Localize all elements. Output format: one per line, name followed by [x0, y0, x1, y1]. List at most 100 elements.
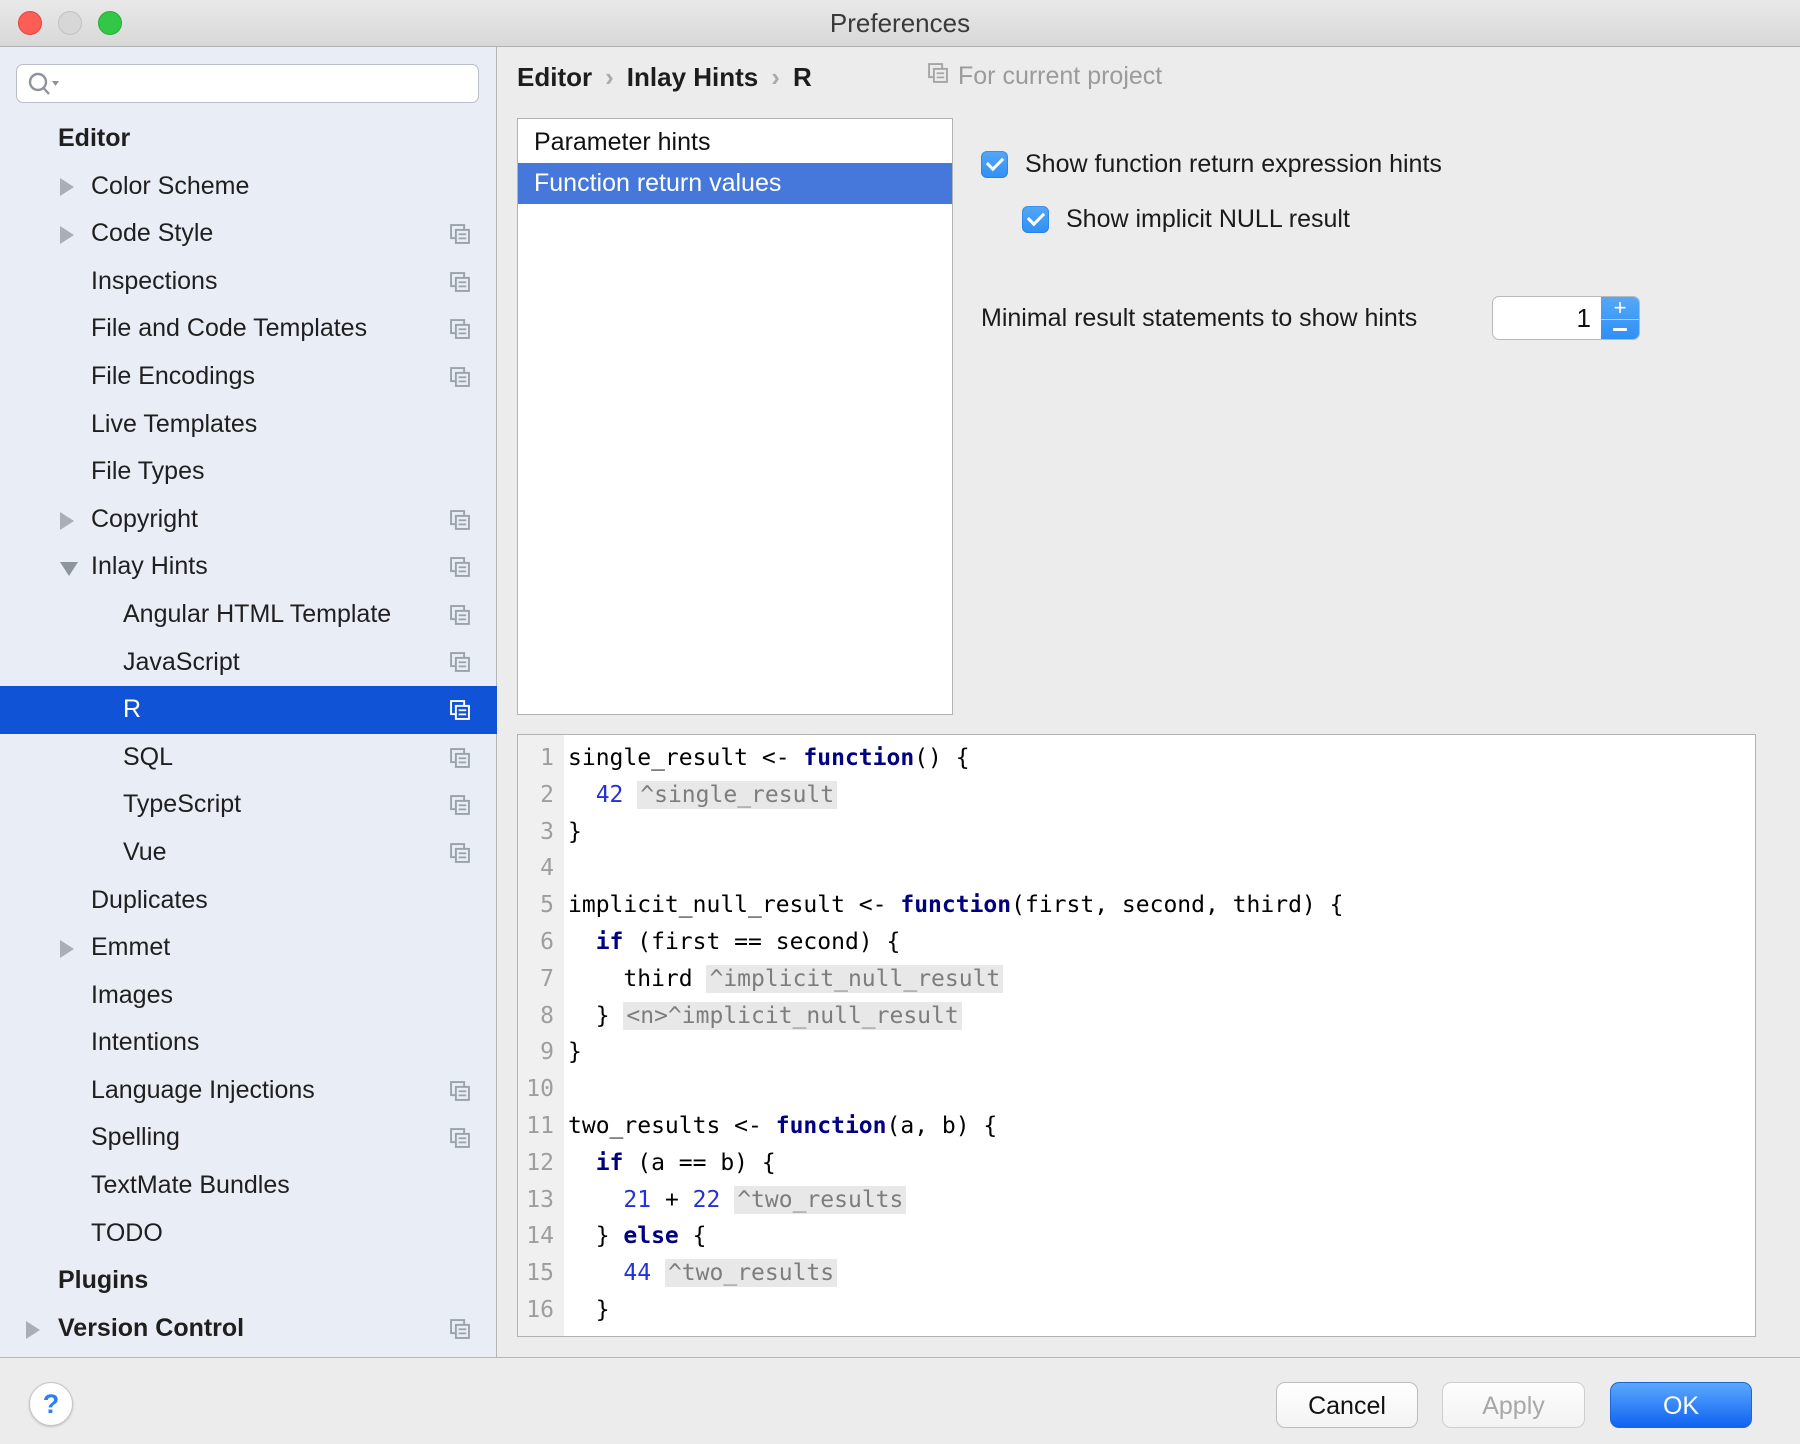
increment-icon[interactable]: + — [1601, 297, 1639, 320]
close-button[interactable] — [18, 11, 42, 35]
hint-type-parameter-hints[interactable]: Parameter hints — [518, 122, 952, 163]
sidebar-item-duplicates[interactable]: Duplicates — [0, 877, 497, 925]
sidebar-item-textmate-bundles[interactable]: TextMate Bundles — [0, 1162, 497, 1210]
line-number: 9 — [518, 1034, 564, 1071]
copy-settings-icon — [927, 62, 949, 84]
sidebar-item-version-control[interactable]: Version Control — [0, 1305, 497, 1353]
sidebar-item-file-encodings[interactable]: File Encodings — [0, 353, 497, 401]
spinner-value-field[interactable] — [1493, 297, 1601, 339]
sidebar-item-editor[interactable]: Editor — [0, 115, 497, 163]
copy-settings-icon — [449, 842, 471, 864]
cancel-button[interactable]: Cancel — [1276, 1382, 1418, 1428]
sidebar-item-emmet[interactable]: Emmet — [0, 924, 497, 972]
chevron-collapsed-icon[interactable] — [60, 178, 74, 196]
checkbox-checked-icon[interactable] — [1022, 206, 1049, 233]
chevron-collapsed-icon[interactable] — [60, 512, 74, 530]
sidebar-item-todo[interactable]: TODO — [0, 1210, 497, 1258]
sidebar-item-plugins[interactable]: Plugins — [0, 1257, 497, 1305]
sidebar-item-inlay-hints[interactable]: Inlay Hints — [0, 543, 497, 591]
sidebar-item-file-and-code-templates[interactable]: File and Code Templates — [0, 305, 497, 353]
chevron-collapsed-icon[interactable] — [60, 226, 74, 244]
line-number: 11 — [518, 1108, 564, 1145]
sidebar-item-intentions[interactable]: Intentions — [0, 1019, 497, 1067]
help-button[interactable]: ? — [29, 1382, 73, 1426]
zoom-button[interactable] — [98, 11, 122, 35]
chevron-collapsed-icon[interactable] — [60, 940, 74, 958]
code-line: 16 } — [518, 1292, 1343, 1329]
sidebar-item-live-templates[interactable]: Live Templates — [0, 401, 497, 449]
sidebar-item-javascript[interactable]: JavaScript — [0, 639, 497, 687]
checkbox-label: Show implicit NULL result — [1066, 205, 1350, 234]
sidebar-item-label: Vue — [123, 829, 167, 877]
sidebar-item-label: JavaScript — [123, 639, 240, 687]
sidebar-item-angular-html-template[interactable]: Angular HTML Template — [0, 591, 497, 639]
sidebar-item-label: Copyright — [91, 496, 198, 544]
copy-settings-icon — [449, 747, 471, 769]
ok-button[interactable]: OK — [1610, 1382, 1752, 1428]
code-preview-pane[interactable]: 1single_result <- function() {2 42 ^sing… — [517, 734, 1756, 1337]
settings-search[interactable] — [16, 64, 479, 103]
sidebar-item-label: File Types — [91, 448, 204, 496]
chevron-expanded-icon[interactable] — [60, 562, 78, 576]
line-number: 4 — [518, 850, 564, 887]
checkbox-row-return-hints[interactable]: Show function return expression hints — [981, 150, 1442, 179]
sidebar-item-label: Spelling — [91, 1114, 180, 1162]
preferences-window: Preferences EditorColor SchemeCode Style… — [0, 0, 1800, 1444]
breadcrumb-part[interactable]: Inlay Hints — [627, 62, 758, 92]
sidebar-item-copyright[interactable]: Copyright — [0, 496, 497, 544]
copy-settings-icon — [449, 271, 471, 293]
chevron-collapsed-icon[interactable] — [26, 1321, 40, 1339]
line-number: 16 — [518, 1292, 564, 1329]
breadcrumb-part[interactable]: Editor — [517, 62, 592, 92]
sidebar-item-r[interactable]: R — [0, 686, 497, 734]
window-title: Preferences — [0, 0, 1800, 46]
sidebar-item-label: R — [123, 686, 141, 734]
breadcrumb-separator: › — [592, 62, 627, 92]
sidebar-item-label: Code Style — [91, 210, 213, 258]
sidebar-item-label: Inlay Hints — [91, 543, 208, 591]
code-line: 7 third ^implicit_null_result — [518, 961, 1343, 998]
sidebar-item-label: Live Templates — [91, 401, 257, 449]
search-input[interactable] — [60, 70, 478, 98]
hint-type-function-return-values[interactable]: Function return values — [518, 163, 952, 204]
code-line: 13 21 + 22 ^two_results — [518, 1182, 1343, 1219]
sidebar-item-typescript[interactable]: TypeScript — [0, 781, 497, 829]
sidebar-item-code-style[interactable]: Code Style — [0, 210, 497, 258]
sidebar-item-label: Language Injections — [91, 1067, 315, 1115]
copy-settings-icon — [449, 556, 471, 578]
sidebar-item-label: Plugins — [58, 1257, 148, 1305]
sidebar-item-label: Editor — [58, 115, 130, 163]
sidebar-item-vue[interactable]: Vue — [0, 829, 497, 877]
sidebar-item-color-scheme[interactable]: Color Scheme — [0, 163, 497, 211]
search-icon — [26, 71, 60, 97]
copy-settings-icon — [449, 699, 471, 721]
sidebar-item-inspections[interactable]: Inspections — [0, 258, 497, 306]
scope-note: For current project — [927, 62, 1162, 91]
sidebar-item-file-types[interactable]: File Types — [0, 448, 497, 496]
settings-tree: EditorColor SchemeCode StyleInspectionsF… — [0, 115, 497, 1352]
title-bar: Preferences — [0, 0, 1800, 47]
copy-settings-icon — [449, 1318, 471, 1340]
decrement-icon[interactable] — [1601, 320, 1639, 339]
inlay-hint-chip: ^implicit_null_result — [706, 965, 1003, 993]
sidebar-item-label: Emmet — [91, 924, 170, 972]
settings-sidebar: EditorColor SchemeCode StyleInspectionsF… — [0, 47, 497, 1357]
sidebar-item-label: Version Control — [58, 1305, 244, 1353]
minimal-statements-spinner[interactable]: + — [1492, 296, 1640, 340]
breadcrumb-part[interactable]: R — [793, 62, 812, 92]
code-line: 15 44 ^two_results — [518, 1255, 1343, 1292]
sidebar-item-images[interactable]: Images — [0, 972, 497, 1020]
sidebar-item-sql[interactable]: SQL — [0, 734, 497, 782]
copy-settings-icon — [449, 794, 471, 816]
checkbox-checked-icon[interactable] — [981, 151, 1008, 178]
code-line: 3} — [518, 814, 1343, 851]
copy-settings-icon — [927, 62, 949, 91]
sidebar-item-spelling[interactable]: Spelling — [0, 1114, 497, 1162]
copy-settings-icon — [449, 509, 471, 531]
breadcrumb-separator: › — [758, 62, 793, 92]
spinner-stepper[interactable]: + — [1601, 297, 1639, 339]
breadcrumb[interactable]: Editor›Inlay Hints›R — [517, 62, 812, 93]
sidebar-item-language-injections[interactable]: Language Injections — [0, 1067, 497, 1115]
checkbox-row-implicit-null[interactable]: Show implicit NULL result — [1022, 205, 1350, 234]
copy-settings-icon — [449, 1127, 471, 1149]
